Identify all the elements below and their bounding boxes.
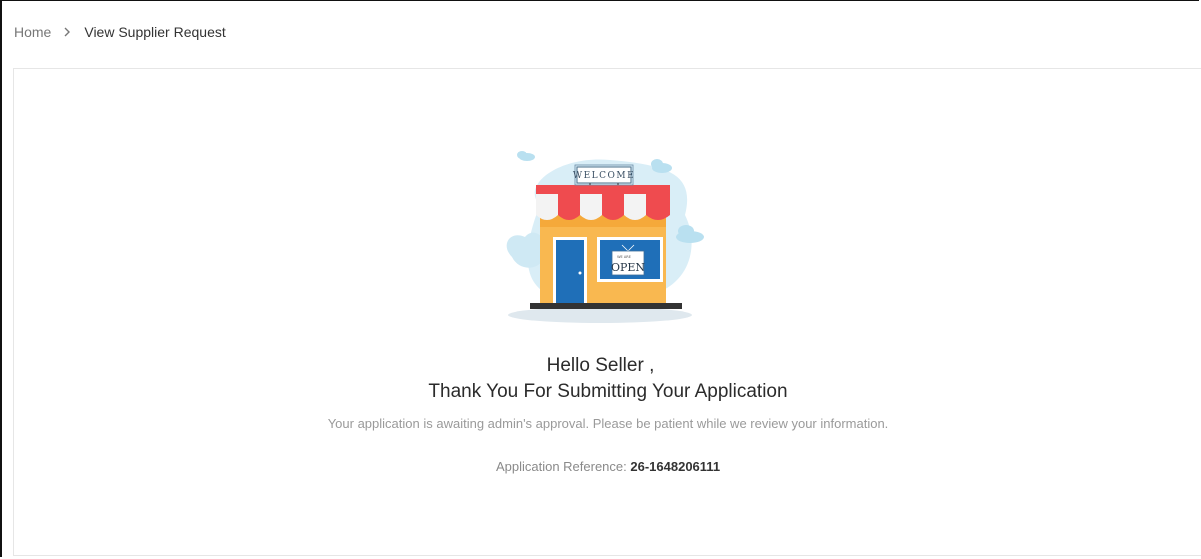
store-illustration: WELCOME WE ARE OPEN [500,145,720,330]
reference-value: 26-1648206111 [630,459,721,474]
breadcrumb-current: View Supplier Request [84,24,226,40]
cloud-icon [517,151,535,161]
application-reference: Application Reference: 26-1648206111 [0,459,1201,474]
svg-text:OPEN: OPEN [611,261,645,274]
chevron-right-icon [63,27,71,37]
svg-text:WE ARE: WE ARE [617,255,631,259]
greeting-text: Hello Seller , [546,355,655,376]
svg-text:WELCOME: WELCOME [573,171,635,181]
approval-message: Your application is awaiting admin's app… [327,416,889,431]
breadcrumb: Home View Supplier Request [14,22,226,42]
reference-label: Application Reference: [495,459,627,474]
breadcrumb-home-link[interactable]: Home [14,24,51,40]
page-title: Thank You For Submitting Your Applicatio… [428,381,788,402]
